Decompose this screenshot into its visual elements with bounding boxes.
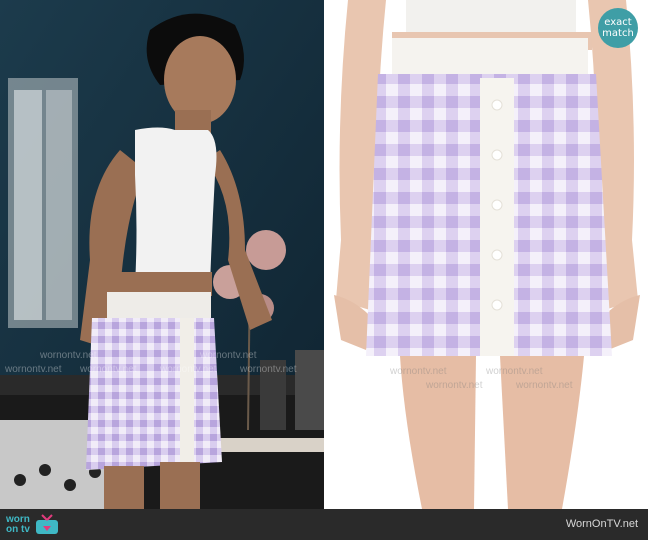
- product-photo: wornontv.net wornontv.net wornontv.net w…: [326, 0, 648, 509]
- skirt-product-illustration: [334, 0, 640, 509]
- watermark: wornontv.net: [40, 350, 97, 361]
- footer-bar: worn on tv WornOnTV.net: [0, 509, 648, 540]
- watermark: wornontv.net: [240, 364, 297, 375]
- scene-photo: wornontv.net wornontv.net wornontv.net w…: [0, 0, 324, 509]
- site-logo[interactable]: worn on tv: [6, 513, 60, 537]
- watermark: wornontv.net: [426, 380, 483, 391]
- watermark: wornontv.net: [160, 364, 217, 375]
- watermark: wornontv.net: [390, 366, 447, 377]
- badge-line1: exact: [604, 17, 632, 28]
- exact-match-badge: exact match: [598, 8, 638, 48]
- tv-icon: [35, 514, 58, 534]
- badge-line2: match: [602, 28, 634, 39]
- watermark: wornontv.net: [80, 364, 137, 375]
- logo-line2: on tv: [6, 524, 30, 535]
- watermark: wornontv.net: [516, 380, 573, 391]
- watermark: wornontv.net: [5, 364, 62, 375]
- image-stage: wornontv.net wornontv.net wornontv.net w…: [0, 0, 648, 509]
- scene-illustration: [0, 0, 324, 509]
- watermark: wornontv.net: [486, 366, 543, 377]
- site-url[interactable]: WornOnTV.net: [566, 518, 638, 530]
- watermark: wornontv.net: [200, 350, 257, 361]
